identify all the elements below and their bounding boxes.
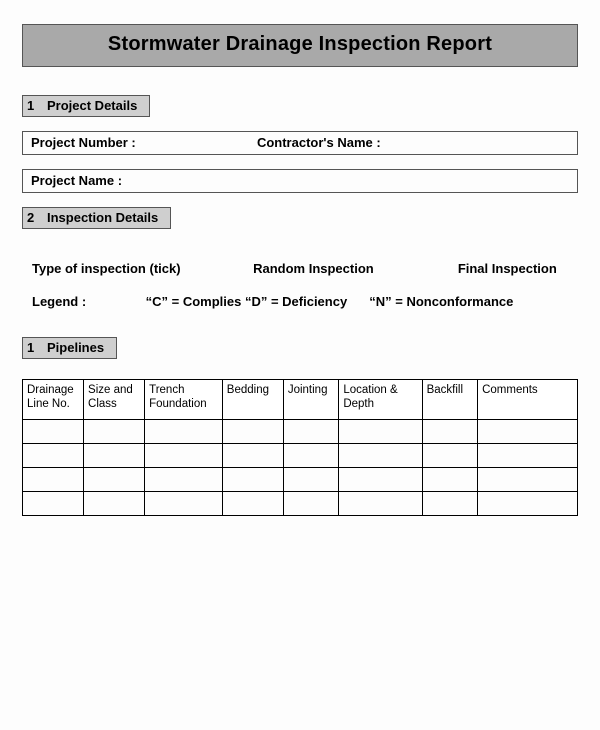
cell[interactable] (283, 420, 339, 444)
cell[interactable] (283, 444, 339, 468)
legend-label: Legend : (32, 294, 142, 309)
legend-complies-deficiency: “C” = Complies “D” = Deficiency (146, 294, 366, 309)
cell[interactable] (339, 420, 422, 444)
inspection-report-page: Stormwater Drainage Inspection Report 1P… (0, 0, 600, 516)
inspection-type-row: Type of inspection (tick) Random Inspect… (32, 261, 578, 276)
cell[interactable] (145, 468, 223, 492)
col-comments: Comments (478, 380, 578, 420)
section-label: Pipelines (47, 340, 104, 355)
cell[interactable] (422, 444, 478, 468)
cell[interactable] (145, 492, 223, 516)
report-title: Stormwater Drainage Inspection Report (22, 24, 578, 67)
cell[interactable] (84, 444, 145, 468)
project-number-contractor-row[interactable]: Project Number : Contractor's Name : (22, 131, 578, 155)
col-drainage-line-no: Drainage Line No. (23, 380, 84, 420)
cell[interactable] (422, 468, 478, 492)
section-number: 2 (27, 210, 41, 225)
section-project-details: 1 Project Details (22, 95, 150, 117)
cell[interactable] (339, 444, 422, 468)
section-pipelines: 1 Pipelines (22, 337, 117, 359)
col-size-class: Size and Class (84, 380, 145, 420)
cell[interactable] (84, 468, 145, 492)
cell[interactable] (222, 444, 283, 468)
section-label: Inspection Details (47, 210, 158, 225)
legend-nonconformance: “N” = Nonconformance (369, 294, 513, 309)
cell[interactable] (222, 492, 283, 516)
col-bedding: Bedding (222, 380, 283, 420)
cell[interactable] (422, 420, 478, 444)
section-label: Project Details (47, 98, 137, 113)
legend-row: Legend : “C” = Complies “D” = Deficiency… (32, 294, 578, 309)
cell[interactable] (339, 492, 422, 516)
cell[interactable] (23, 468, 84, 492)
cell[interactable] (339, 468, 422, 492)
table-row[interactable] (23, 444, 578, 468)
cell[interactable] (84, 492, 145, 516)
section-inspection-details: 2 Inspection Details (22, 207, 171, 229)
contractor-name-label: Contractor's Name : (257, 135, 569, 150)
section-number: 1 (27, 98, 41, 113)
project-name-row[interactable]: Project Name : (22, 169, 578, 193)
cell[interactable] (422, 492, 478, 516)
cell[interactable] (478, 492, 578, 516)
table-body (23, 420, 578, 516)
inspection-type-prompt: Type of inspection (tick) (32, 261, 223, 276)
cell[interactable] (222, 468, 283, 492)
cell[interactable] (145, 420, 223, 444)
cell[interactable] (23, 420, 84, 444)
col-trench-foundation: Trench Foundation (145, 380, 223, 420)
table-row[interactable] (23, 468, 578, 492)
table-header-row: Drainage Line No. Size and Class Trench … (23, 380, 578, 420)
project-number-label: Project Number : (31, 135, 257, 150)
cell[interactable] (283, 468, 339, 492)
col-jointing: Jointing (283, 380, 339, 420)
cell[interactable] (84, 420, 145, 444)
cell[interactable] (145, 444, 223, 468)
cell[interactable] (23, 444, 84, 468)
cell[interactable] (222, 420, 283, 444)
table-row[interactable] (23, 420, 578, 444)
cell[interactable] (478, 444, 578, 468)
inspection-type-random[interactable]: Random Inspection (253, 261, 428, 276)
cell[interactable] (283, 492, 339, 516)
col-backfill: Backfill (422, 380, 478, 420)
cell[interactable] (478, 420, 578, 444)
section-number: 1 (27, 340, 41, 355)
project-name-label: Project Name : (31, 173, 257, 188)
cell[interactable] (23, 492, 84, 516)
inspection-type-final[interactable]: Final Inspection (458, 261, 578, 276)
col-location-depth: Location & Depth (339, 380, 422, 420)
table-row[interactable] (23, 492, 578, 516)
pipelines-table: Drainage Line No. Size and Class Trench … (22, 379, 578, 516)
cell[interactable] (478, 468, 578, 492)
